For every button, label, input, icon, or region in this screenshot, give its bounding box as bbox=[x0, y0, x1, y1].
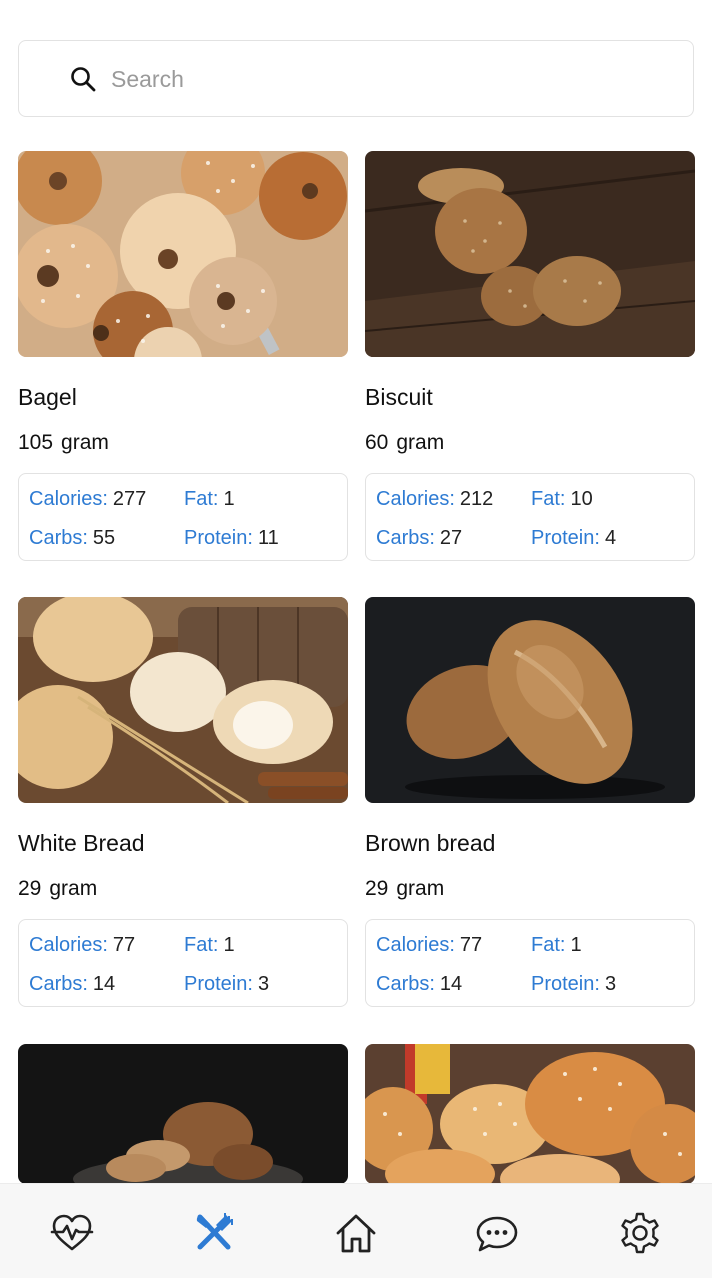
carbs-label: Carbs: bbox=[376, 527, 435, 549]
food-image bbox=[365, 1044, 695, 1184]
protein-label: Protein: bbox=[531, 527, 600, 549]
fat-value: 1 bbox=[223, 488, 235, 510]
protein-stat: Protein: 3 bbox=[184, 973, 269, 996]
nav-food[interactable] bbox=[192, 1211, 236, 1255]
nav-health[interactable] bbox=[50, 1211, 94, 1255]
food-weight: 105 gram bbox=[18, 431, 109, 455]
calories-label: Calories: bbox=[376, 488, 455, 510]
nav-chat[interactable] bbox=[475, 1211, 519, 1255]
weight-unit: gram bbox=[396, 431, 445, 454]
protein-stat: Protein: 4 bbox=[531, 527, 616, 550]
fat-stat: Fat: 10 bbox=[531, 488, 593, 511]
weight-unit: gram bbox=[396, 877, 445, 900]
food-image-bagel bbox=[18, 151, 348, 357]
protein-value: 3 bbox=[604, 973, 617, 995]
fat-stat: Fat: 1 bbox=[184, 934, 235, 957]
carbs-stat: Carbs: 14 bbox=[376, 973, 462, 996]
fat-stat: Fat: 1 bbox=[531, 934, 582, 957]
nutrition-box: Calories: 77 Fat: 1 Carbs: 14 Protein: 3 bbox=[365, 919, 695, 1007]
home-icon bbox=[336, 1214, 376, 1253]
weight-value: 29 bbox=[18, 877, 42, 900]
calories-value: 77 bbox=[459, 934, 483, 956]
gear-icon bbox=[621, 1212, 659, 1254]
weight-unit: gram bbox=[61, 431, 109, 454]
fat-stat: Fat: 1 bbox=[184, 488, 235, 511]
food-image-white-bread bbox=[18, 597, 348, 803]
nutrition-box: Calories: 212 Fat: 10 Carbs: 27 Protein: 4 bbox=[365, 473, 695, 561]
food-name: Brown bread bbox=[365, 830, 496, 856]
carbs-label: Carbs: bbox=[29, 527, 88, 549]
calories-stat: Calories: 212 bbox=[376, 488, 493, 511]
calories-stat: Calories: 77 bbox=[29, 934, 135, 957]
fat-label: Fat: bbox=[184, 488, 219, 510]
food-image bbox=[18, 1044, 348, 1184]
weight-value: 29 bbox=[365, 877, 389, 900]
weight-value: 60 bbox=[365, 431, 389, 454]
calories-label: Calories: bbox=[29, 934, 108, 956]
fat-label: Fat: bbox=[531, 488, 566, 510]
nav-home[interactable] bbox=[334, 1211, 378, 1255]
carbs-label: Carbs: bbox=[376, 973, 435, 995]
protein-label: Protein: bbox=[184, 973, 253, 995]
protein-label: Protein: bbox=[531, 973, 600, 995]
fat-label: Fat: bbox=[531, 934, 566, 956]
carbs-value: 55 bbox=[92, 527, 116, 549]
weight-value: 105 bbox=[18, 431, 54, 454]
food-name: Bagel bbox=[18, 384, 77, 410]
search-bar[interactable] bbox=[18, 40, 694, 117]
carbs-stat: Carbs: 27 bbox=[376, 527, 462, 550]
bottom-nav bbox=[0, 1183, 712, 1278]
carbs-value: 27 bbox=[439, 527, 463, 549]
search-icon bbox=[71, 67, 96, 92]
food-image-biscuit bbox=[365, 151, 695, 357]
weight-unit: gram bbox=[49, 877, 98, 900]
food-weight: 29 gram bbox=[365, 877, 444, 901]
calories-value: 277 bbox=[112, 488, 147, 510]
carbs-stat: Carbs: 14 bbox=[29, 973, 115, 996]
protein-label: Protein: bbox=[184, 527, 253, 549]
nutrition-box: Calories: 77 Fat: 1 Carbs: 14 Protein: 3 bbox=[18, 919, 348, 1007]
calories-label: Calories: bbox=[376, 934, 455, 956]
food-image-brown-bread bbox=[365, 597, 695, 803]
chat-bubble-icon bbox=[476, 1216, 518, 1252]
calories-value: 77 bbox=[112, 934, 136, 956]
calories-stat: Calories: 277 bbox=[29, 488, 146, 511]
carbs-label: Carbs: bbox=[29, 973, 88, 995]
nutrition-box: Calories: 277 Fat: 1 Carbs: 55 Protein: 11 bbox=[18, 473, 348, 561]
fat-value: 1 bbox=[223, 934, 235, 956]
protein-stat: Protein: 11 bbox=[184, 527, 279, 550]
calories-value: 212 bbox=[459, 488, 494, 510]
calories-label: Calories: bbox=[29, 488, 108, 510]
search-input[interactable] bbox=[111, 61, 671, 97]
fork-knife-icon bbox=[196, 1213, 233, 1250]
fat-value: 1 bbox=[570, 934, 582, 956]
protein-value: 11 bbox=[257, 527, 279, 549]
calories-stat: Calories: 77 bbox=[376, 934, 482, 957]
protein-value: 4 bbox=[604, 527, 617, 549]
food-weight: 29 gram bbox=[18, 877, 97, 901]
protein-stat: Protein: 3 bbox=[531, 973, 616, 996]
carbs-value: 14 bbox=[92, 973, 116, 995]
nav-settings[interactable] bbox=[618, 1211, 662, 1255]
food-name: Biscuit bbox=[365, 384, 433, 410]
protein-value: 3 bbox=[257, 973, 270, 995]
carbs-value: 14 bbox=[439, 973, 463, 995]
food-name: White Bread bbox=[18, 830, 145, 856]
fat-value: 10 bbox=[570, 488, 593, 510]
fat-label: Fat: bbox=[184, 934, 219, 956]
heart-pulse-icon bbox=[50, 1214, 94, 1251]
carbs-stat: Carbs: 55 bbox=[29, 527, 115, 550]
food-weight: 60 gram bbox=[365, 431, 444, 455]
